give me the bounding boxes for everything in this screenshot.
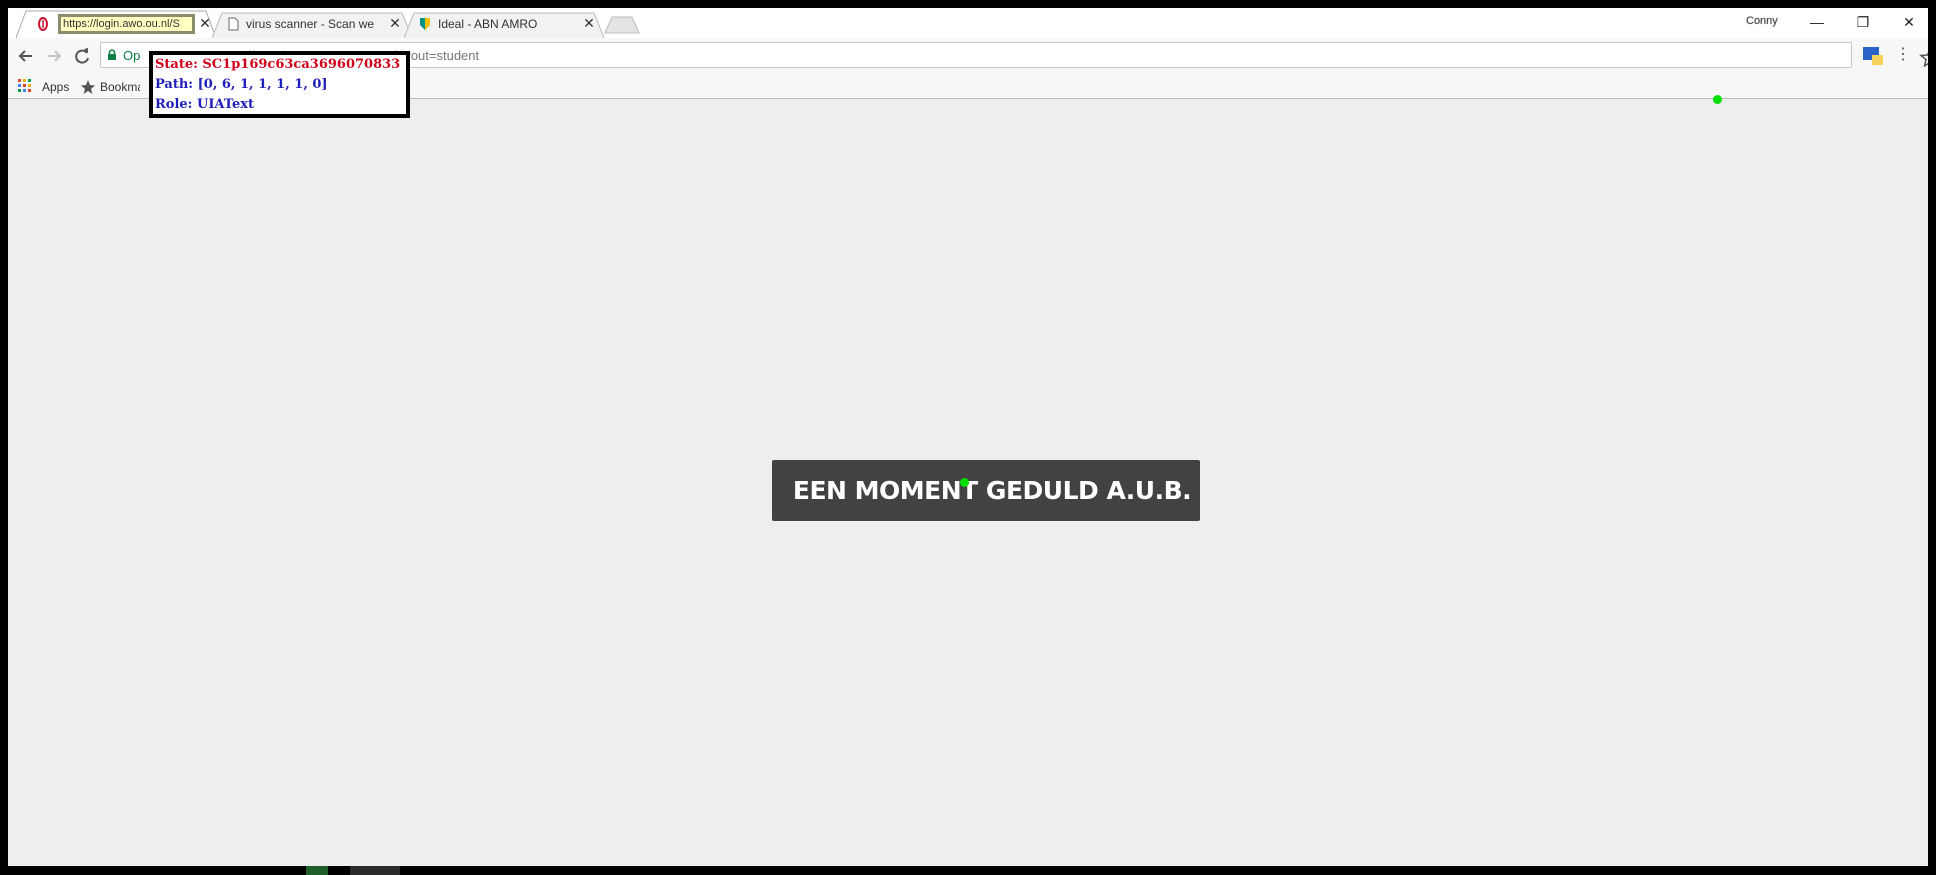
tab-label: Ideal - ABN AMRO <box>438 17 538 31</box>
debug-info-overlay: State: SC1p169c63ca3696070833 Path: [0, … <box>149 51 410 118</box>
new-tab-button[interactable] <box>604 16 640 34</box>
forward-arrow-icon[interactable] <box>40 42 68 70</box>
close-window-button[interactable]: ✕ <box>1886 8 1928 36</box>
debug-role: Role: UIAText <box>155 97 255 112</box>
extension-icon[interactable] <box>1860 43 1886 69</box>
tab-label: virus scanner - Scan web <box>246 17 374 31</box>
tab-ideal-abn-amro[interactable]: Ideal - ABN AMRO ✕ <box>404 10 604 38</box>
minimize-button[interactable]: — <box>1794 8 1840 36</box>
abn-amro-shield-icon <box>420 18 430 30</box>
action-marker <box>1713 95 1722 104</box>
tab-title-tooltip: https://login.awo.ou.nl/S <box>58 14 195 34</box>
reload-icon[interactable] <box>68 42 96 70</box>
profile-name[interactable]: Conny <box>1746 15 1778 27</box>
bookmarks-folder[interactable]: Bookma <box>80 79 140 95</box>
apps-shortcut[interactable]: Apps <box>18 79 69 95</box>
taskbar-strip <box>0 866 1936 875</box>
loading-message: EEN MOMENT GEDULD A.U.B. <box>792 476 1192 505</box>
apps-grid-icon <box>18 79 31 92</box>
secure-label: Op <box>123 48 141 63</box>
debug-concrete-id: ConcreteID: WCt69gmq5a1937624604 <box>155 115 406 118</box>
bookmarks-label: Bookma <box>100 80 140 94</box>
tab-close-icon[interactable]: ✕ <box>582 16 596 30</box>
back-arrow-icon[interactable] <box>12 42 40 70</box>
restore-button[interactable]: ❐ <box>1840 8 1886 36</box>
ou-favicon-icon <box>38 17 48 31</box>
tab-close-icon[interactable]: ✕ <box>388 16 402 30</box>
loading-message-box: EEN MOMENT GEDULD A.U.B. <box>772 460 1200 521</box>
debug-state: State: SC1p169c63ca3696070833 <box>155 57 401 72</box>
lock-icon <box>108 49 116 60</box>
tab-virus-scanner[interactable]: virus scanner - Scan web ✕ <box>212 10 412 38</box>
taskbar-item[interactable] <box>350 866 400 875</box>
action-marker <box>960 478 969 487</box>
page-favicon-icon <box>228 17 239 31</box>
tab-strip: https://login.awo.ou.nl/S ✕ virus scanne… <box>8 8 1928 38</box>
tab-active[interactable]: https://login.awo.ou.nl/S ✕ <box>16 10 216 38</box>
taskbar-item[interactable] <box>306 866 328 875</box>
apps-label: Apps <box>42 80 70 94</box>
bookmark-star-icon[interactable] <box>1919 47 1928 67</box>
star-icon <box>81 80 95 94</box>
browser-window: https://login.awo.ou.nl/S ✕ virus scanne… <box>8 8 1928 866</box>
menu-kebab-icon[interactable]: ⋮ <box>1894 43 1912 69</box>
tab-close-icon[interactable]: ✕ <box>198 16 212 30</box>
debug-path: Path: [0, 6, 1, 1, 1, 1, 0] <box>155 77 328 92</box>
